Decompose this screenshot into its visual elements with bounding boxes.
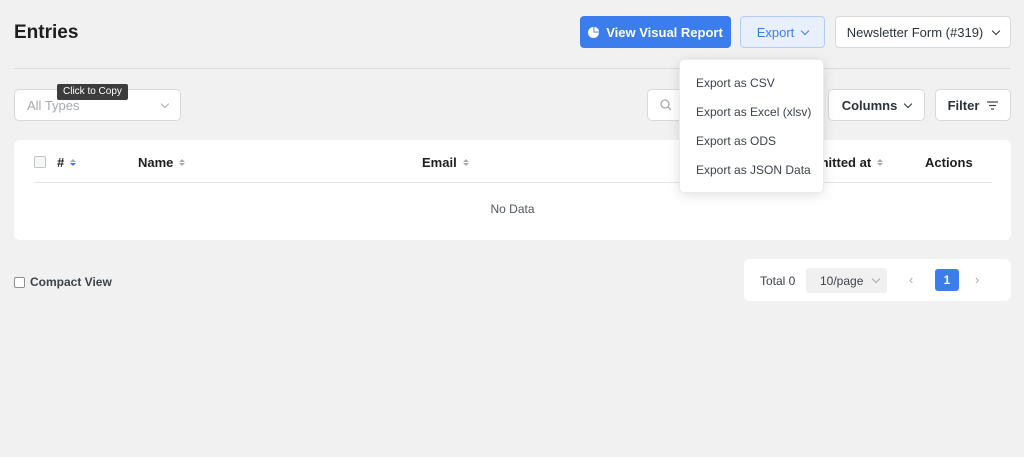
columns-button[interactable]: Columns: [828, 89, 925, 121]
chevron-down-icon: [801, 26, 810, 35]
page-size-select[interactable]: 10/page: [806, 268, 887, 293]
total-count: Total 0: [760, 274, 796, 288]
filter-label: Filter: [947, 97, 980, 113]
export-button[interactable]: Export: [740, 16, 825, 48]
column-header-id[interactable]: #: [57, 154, 77, 170]
copy-tooltip: Click to Copy: [57, 84, 128, 100]
form-selector[interactable]: Newsletter Form (#319): [835, 16, 1011, 48]
page-title: Entries: [14, 22, 79, 43]
export-label: Export: [756, 24, 795, 40]
compact-view-label: Compact View: [30, 275, 112, 289]
column-header-submitted-at[interactable]: mitted at: [817, 154, 884, 170]
entries-table: # Name Email mitted at Actions No Data: [14, 140, 1011, 240]
search-icon: [660, 99, 672, 111]
sort-icon: [877, 158, 884, 166]
chevron-down-icon: [871, 274, 881, 284]
column-header-actions: Actions: [925, 154, 973, 170]
column-label: #: [57, 154, 65, 170]
column-label: mitted at: [817, 154, 872, 170]
view-visual-report-button[interactable]: View Visual Report: [580, 16, 731, 48]
export-ods-option[interactable]: Export as ODS: [680, 126, 823, 155]
column-label: Email: [422, 154, 457, 170]
columns-label: Columns: [841, 97, 898, 113]
export-json-option[interactable]: Export as JSON Data: [680, 155, 823, 184]
export-csv-option[interactable]: Export as CSV: [680, 68, 823, 97]
header-divider: [14, 68, 1011, 69]
column-header-name[interactable]: Name: [138, 154, 186, 170]
export-excel-option[interactable]: Export as Excel (xlsv): [680, 97, 823, 126]
page-number-current[interactable]: 1: [935, 269, 959, 291]
filter-icon: [987, 100, 999, 110]
page-size-value: 10/page: [820, 273, 864, 288]
export-dropdown-menu: Export as CSV Export as Excel (xlsv) Exp…: [679, 59, 824, 193]
sort-icon: [462, 158, 469, 166]
column-header-email[interactable]: Email: [422, 154, 469, 170]
header-row-divider: [34, 182, 992, 183]
sort-icon: [70, 158, 77, 166]
pie-chart-icon: [588, 26, 600, 38]
visual-report-label: View Visual Report: [606, 24, 723, 40]
chevron-down-icon: [904, 99, 913, 108]
compact-view-toggle[interactable]: Compact View: [14, 275, 112, 289]
empty-state: No Data: [490, 202, 535, 216]
filter-button[interactable]: Filter: [935, 89, 1011, 121]
compact-view-checkbox[interactable]: [14, 276, 25, 288]
pagination: Total 0 10/page ‹ 1 ›: [744, 259, 1011, 301]
next-page-button[interactable]: ›: [975, 272, 979, 287]
prev-page-button[interactable]: ‹: [909, 272, 913, 287]
chevron-down-icon: [992, 26, 1001, 35]
select-all-checkbox[interactable]: [34, 156, 46, 168]
sort-icon: [179, 158, 186, 166]
form-selector-label: Newsletter Form (#319): [846, 24, 984, 40]
column-label: Actions: [925, 154, 973, 170]
chevron-down-icon: [160, 99, 170, 108]
column-label: Name: [138, 154, 174, 170]
